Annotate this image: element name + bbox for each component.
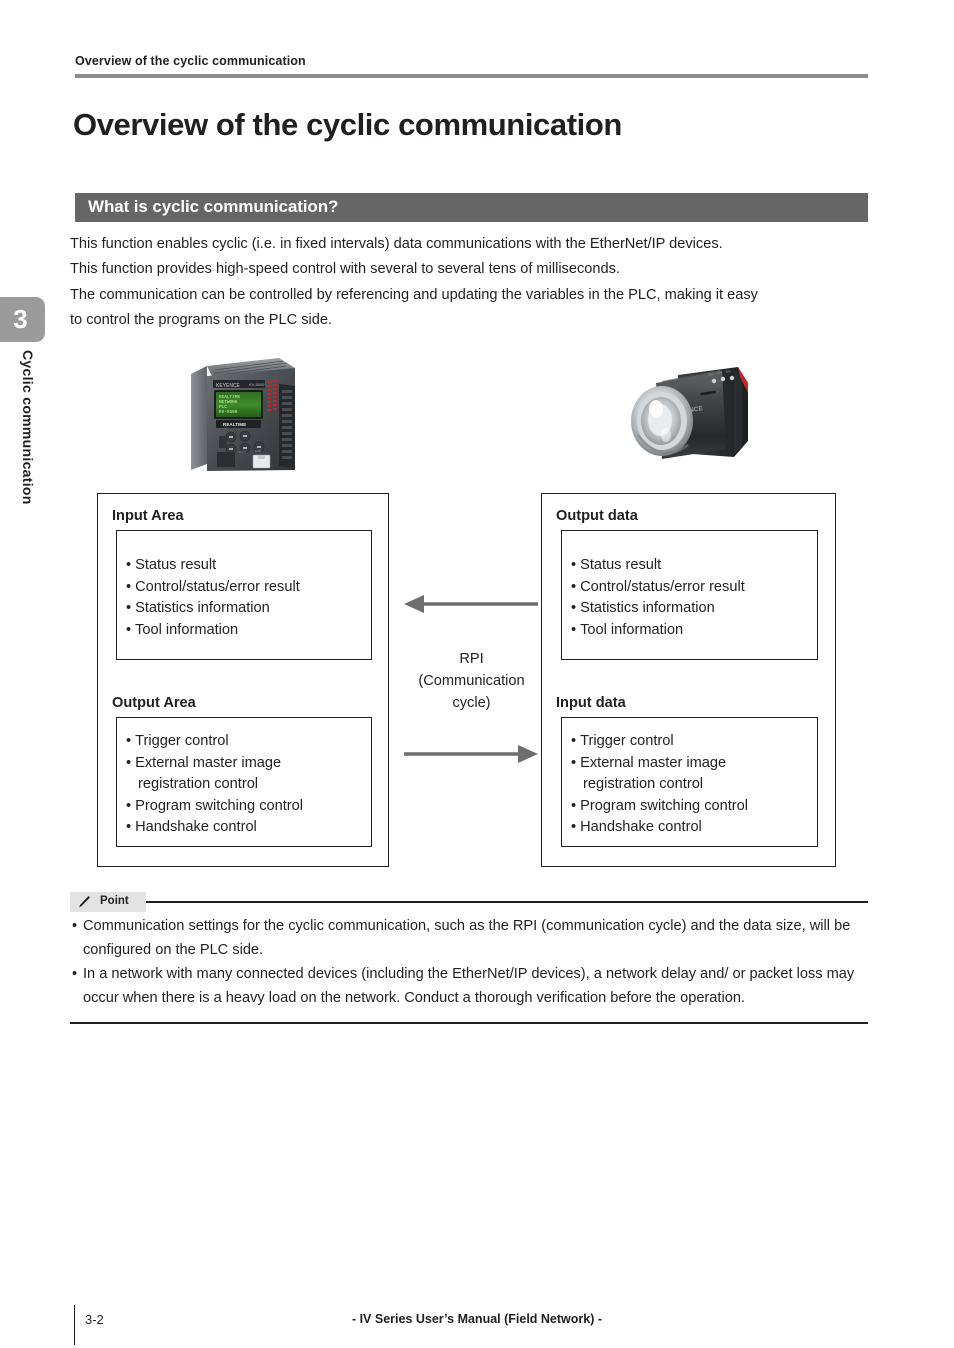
list-item: External master image [571,753,748,775]
list-item: Statistics information [571,598,745,620]
list-item: Control/status/error result [126,577,300,599]
point-rule-bottom [70,1022,868,1024]
pen-icon [79,896,90,908]
list-item: Status result [571,555,745,577]
intro-line-1: This function enables cyclic (i.e. in fi… [70,236,723,252]
rpi-label-line-3: cycle) [452,695,491,711]
list-item: External master image [126,753,303,775]
list-item: Statistics information [126,598,300,620]
rpi-label-line-1: RPI [459,651,484,667]
output-area-list: Trigger control External master image re… [126,731,303,839]
svg-text:RUN: RUN [239,450,246,454]
list-item-continuation: registration control [583,776,704,792]
point-rule-top [146,901,868,903]
input-area-list: Status result Control/status/error resul… [126,555,300,641]
list-item: Control/status/error result [571,577,745,599]
input-data-title: Input data [556,695,626,711]
list-item: Handshake control [126,817,303,839]
svg-text:REALTIME: REALTIME [223,422,246,427]
svg-text:KV-5500: KV-5500 [249,382,265,387]
intro-paragraphs: This function enables cyclic (i.e. in fi… [70,232,875,333]
list-item: Program switching control [571,796,748,818]
intro-line-3: The communication can be controlled by r… [70,286,758,303]
list-item-continuation: registration control [138,776,259,792]
rpi-label-line-2: (Communication [418,673,525,689]
input-area-title: Input Area [112,508,184,524]
point-item: Communication settings for the cyclic co… [72,914,872,962]
intro-line-4: to control the programs on the PLC side. [70,311,333,328]
section-heading-bar: What is cyclic communication? [75,193,868,222]
arrow-plc-to-sensor [404,745,538,763]
intro-line-2: This function provides high-speed contro… [70,261,620,278]
page-title: Overview of the cyclic communication [73,106,622,142]
plc-controller-photo: KEYENCE KV-5500 REALTIME NETWORK PLC KV-… [191,358,295,471]
list-item: Tool information [126,620,300,642]
point-chip-label: Point [100,895,129,907]
header-rule [75,74,868,78]
list-item: Handshake control [571,817,748,839]
output-data-list: Status result Control/status/error resul… [571,555,745,641]
list-item: Trigger control [571,731,748,753]
chapter-tab: 3 [0,297,45,342]
svg-text:NG: NG [726,369,732,374]
output-data-title: Output data [556,508,638,524]
svg-text:KV-5500: KV-5500 [219,410,238,415]
footer-center-text: - IV Series User’s Manual (Field Network… [351,1312,603,1326]
input-data-list: Trigger control External master image re… [571,731,748,839]
arrow-sensor-to-plc [404,595,538,613]
point-body: Communication settings for the cyclic co… [72,914,872,1010]
output-area-title: Output Area [112,695,196,711]
point-item: In a network with many connected devices… [72,962,872,1010]
list-item: Trigger control [126,731,303,753]
iv-vision-sensor-photo: KEYENCE SET OK NG [631,367,748,459]
svg-text:ERR: ERR [255,449,262,453]
point-chip: Point [70,892,146,912]
list-item: Tool information [571,620,745,642]
rpi-label: RPI (Communication cycle) [394,648,549,714]
chapter-number: 3 [13,304,28,334]
list-item: Status result [126,555,300,577]
chapter-side-label: Cyclic communication [20,350,36,505]
running-head: Overview of the cyclic communication [75,54,306,68]
list-item: Program switching control [126,796,303,818]
section-heading-text: What is cyclic communication? [88,197,339,216]
svg-text:KEYENCE: KEYENCE [216,383,241,389]
